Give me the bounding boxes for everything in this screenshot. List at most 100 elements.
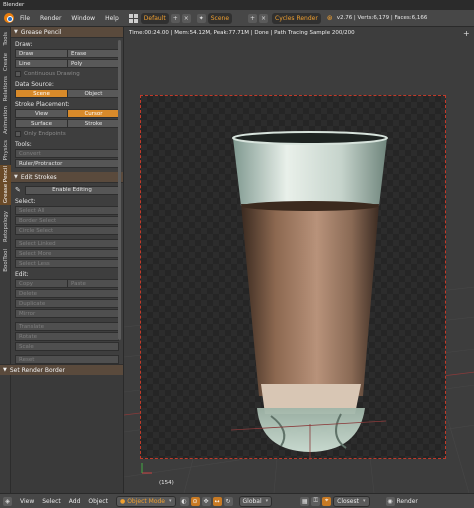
checkbox-box: [15, 130, 21, 137]
border-select-button[interactable]: Border Select: [15, 216, 119, 225]
placement-stroke-button[interactable]: Stroke: [67, 119, 120, 128]
menu-render[interactable]: Render: [40, 15, 61, 22]
viewport-shading-icon[interactable]: ◐: [179, 496, 189, 506]
line-button[interactable]: Line: [15, 59, 68, 68]
tab-create[interactable]: Create: [0, 51, 11, 73]
screen-layout-icon[interactable]: [128, 13, 138, 23]
delete-scene-icon[interactable]: ×: [259, 13, 269, 23]
placement-surface-button[interactable]: Surface: [15, 119, 68, 128]
erase-button[interactable]: Erase: [67, 49, 120, 58]
tab-relations[interactable]: Relations: [0, 75, 11, 103]
screen-layout-field[interactable]: Default: [140, 12, 169, 24]
only-endpoints-checkbox[interactable]: Only Endpoints: [11, 129, 123, 138]
blender-logo-icon[interactable]: [4, 13, 14, 23]
window-title: Blender: [3, 2, 25, 8]
menu-help[interactable]: Help: [105, 15, 119, 22]
menu-select[interactable]: Select: [42, 498, 61, 505]
duplicate-button[interactable]: Duplicate: [15, 299, 119, 308]
scene-icon[interactable]: ✦: [196, 13, 206, 23]
select-all-button[interactable]: Select All: [15, 206, 119, 215]
scale-button[interactable]: Scale: [15, 342, 119, 351]
data-source-object-button[interactable]: Object: [67, 89, 120, 98]
manipulator-icon[interactable]: ✥: [201, 496, 211, 506]
tab-grease-pencil[interactable]: Grease Pencil: [0, 165, 11, 205]
delete-button[interactable]: Delete: [15, 289, 119, 298]
grease-pencil-panel-header[interactable]: ▼ Grease Pencil: [11, 27, 123, 38]
rotate-manipulator-icon[interactable]: ↻: [223, 496, 233, 506]
ruler-protractor-button[interactable]: Ruler/Protractor: [15, 159, 119, 168]
render-region[interactable]: [140, 95, 446, 460]
properties-toggle-icon[interactable]: +: [463, 30, 471, 38]
tab-tools[interactable]: Tools: [0, 29, 11, 49]
render-engine-select[interactable]: Cycles Render: [272, 12, 321, 24]
tool-shelf-scrollbar[interactable]: [118, 40, 121, 340]
transform-orientation-select[interactable]: Global ▾: [238, 495, 273, 507]
menu-add[interactable]: Add: [69, 498, 81, 505]
blender-version-icon: ⊛: [326, 14, 333, 22]
edit-strokes-panel-header[interactable]: ▼ Edit Strokes: [11, 172, 123, 183]
tab-retopology[interactable]: Retopology: [0, 207, 11, 245]
render-preview-icon[interactable]: ◉: [385, 496, 395, 506]
interaction-mode-select[interactable]: ● Object Mode ▾: [115, 495, 176, 507]
render-button-label[interactable]: Render: [397, 498, 418, 505]
checkbox-box: [15, 70, 21, 77]
enable-editing-button[interactable]: Enable Editing: [25, 185, 119, 195]
operator-panel-header[interactable]: ▼ Set Render Border: [0, 364, 123, 375]
tab-label: Tools: [2, 32, 9, 46]
snap-target-select[interactable]: Closest ▾: [333, 495, 370, 507]
axis-gizmo-icon: [141, 463, 152, 474]
menu-object[interactable]: Object: [88, 498, 108, 505]
continuous-drawing-checkbox[interactable]: Continuous Drawing: [11, 69, 123, 78]
rotate-button[interactable]: Rotate: [15, 332, 119, 341]
pivot-point-icon[interactable]: ⊙: [190, 496, 200, 506]
mode-label: Object Mode: [127, 497, 165, 505]
menu-file[interactable]: File: [20, 15, 30, 22]
menu-window[interactable]: Window: [71, 15, 95, 22]
poly-button[interactable]: Poly: [67, 59, 120, 68]
dropdown-icon: ▾: [265, 498, 269, 504]
select-more-button[interactable]: Select More: [15, 249, 119, 258]
tab-physics[interactable]: Physics: [0, 137, 11, 163]
select-linked-button[interactable]: Select Linked: [15, 239, 119, 248]
3d-viewport[interactable]: Time:00:24.00 | Mem:54.12M, Peak:77.71M …: [123, 27, 474, 493]
draw-label: Draw:: [15, 41, 33, 48]
placement-cursor-button[interactable]: Cursor: [67, 109, 120, 118]
current-frame-label: (154): [159, 480, 174, 486]
tab-animation[interactable]: Animation: [0, 105, 11, 135]
convert-button[interactable]: Convert: [15, 149, 119, 158]
layers-icon[interactable]: ▦: [300, 496, 310, 506]
copy-button[interactable]: Copy: [15, 279, 68, 288]
orientation-label: Global: [242, 497, 262, 505]
rendered-glass-image: [230, 131, 388, 460]
lock-icon[interactable]: ⚿: [311, 496, 321, 506]
scene-name: Scene: [210, 14, 230, 22]
checkbox-label: Only Endpoints: [24, 130, 66, 137]
draw-button[interactable]: Draw: [15, 49, 68, 58]
circle-select-button[interactable]: Circle Select: [15, 226, 119, 235]
delete-layout-icon[interactable]: ×: [181, 13, 191, 23]
tab-label: Animation: [2, 105, 9, 135]
add-scene-icon[interactable]: +: [248, 13, 258, 23]
translate-button[interactable]: Translate: [15, 322, 119, 331]
stroke-placement-label: Stroke Placement:: [15, 101, 70, 108]
add-layout-icon[interactable]: +: [170, 13, 180, 23]
select-less-button[interactable]: Select Less: [15, 259, 119, 268]
snap-icon[interactable]: ⌖: [322, 496, 332, 506]
translate-manipulator-icon[interactable]: ↔: [212, 496, 222, 506]
tab-label: Relations: [2, 76, 9, 102]
paste-button[interactable]: Paste: [67, 279, 120, 288]
data-source-scene-button[interactable]: Scene: [15, 89, 68, 98]
snap-target-label: Closest: [337, 497, 359, 505]
menu-view[interactable]: View: [20, 498, 34, 505]
reset-button[interactable]: Reset: [15, 355, 119, 364]
placement-view-button[interactable]: View: [15, 109, 68, 118]
tab-label: Grease Pencil: [2, 166, 9, 204]
info-header: File Render Window Help Default + × ✦ Sc…: [0, 10, 474, 27]
select-label: Select:: [15, 198, 36, 205]
tab-label: Create: [2, 52, 9, 72]
mirror-button[interactable]: Mirror: [15, 309, 119, 318]
scene-field[interactable]: Scene: [207, 12, 233, 24]
collapse-triangle-icon: ▼: [14, 174, 18, 180]
tab-booltool[interactable]: BoolTool: [0, 247, 11, 273]
editor-type-icon[interactable]: ◈: [3, 496, 12, 506]
